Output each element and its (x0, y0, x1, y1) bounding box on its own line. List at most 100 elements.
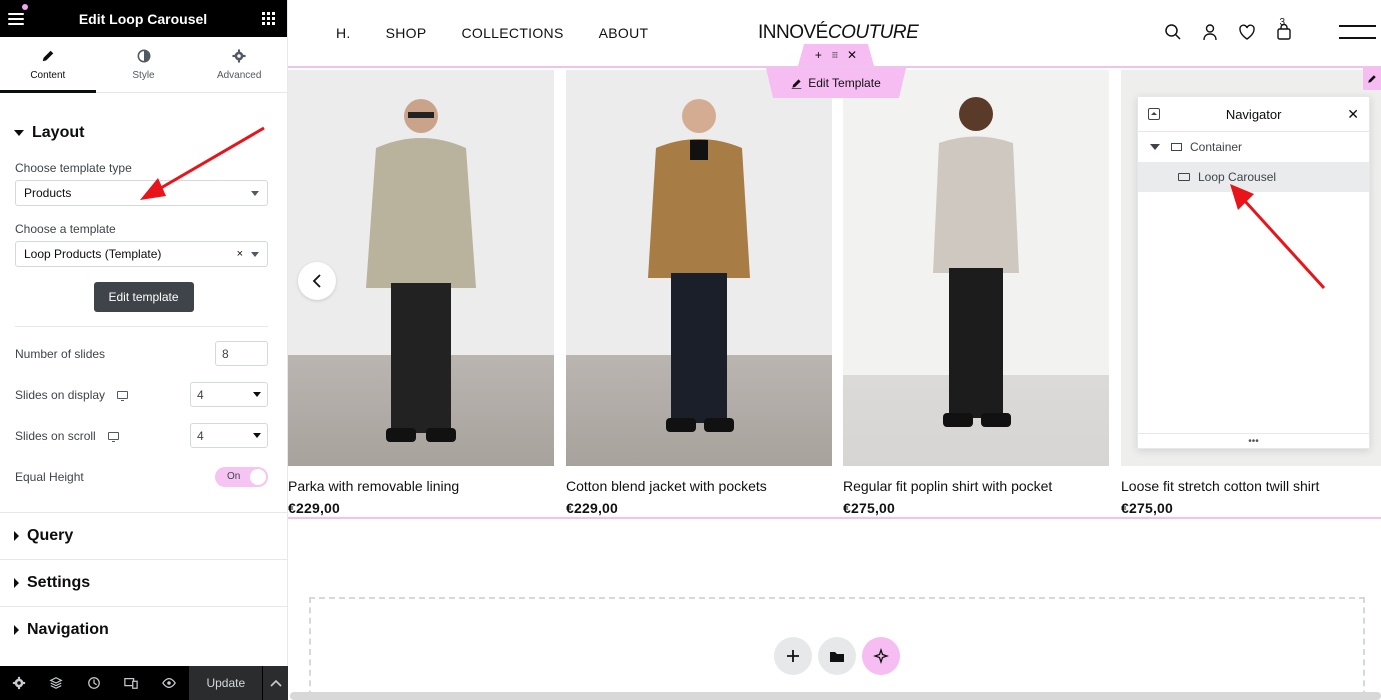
menu-toggle-icon[interactable] (1339, 25, 1376, 39)
settings-icon[interactable] (0, 676, 37, 690)
chevron-down-icon (251, 251, 259, 257)
close-icon[interactable]: ✕ (1347, 106, 1359, 123)
tab-advanced[interactable]: Advanced (191, 37, 287, 92)
slides-display-select[interactable]: 4 (190, 382, 268, 407)
responsive-icon[interactable] (112, 676, 149, 690)
pencil-icon (791, 78, 802, 89)
nav-link-about[interactable]: ABOUT (599, 25, 649, 41)
history-icon[interactable] (75, 676, 112, 690)
equal-height-control: Equal Height On (0, 456, 287, 497)
layers-icon[interactable] (37, 676, 74, 690)
desktop-icon[interactable] (107, 431, 119, 442)
chevron-down-icon (253, 392, 261, 397)
contrast-icon (137, 49, 150, 62)
caret-right-icon (14, 531, 19, 541)
clear-icon[interactable]: × (237, 248, 243, 260)
edit-template-tab[interactable]: Edit Template (766, 68, 906, 98)
navigator-item-label: Container (1190, 140, 1243, 154)
update-button[interactable]: Update (189, 666, 263, 700)
section-layout[interactable]: Layout (0, 110, 287, 156)
template-label: Choose a template (15, 222, 116, 236)
navigator-item-container[interactable]: Container (1138, 132, 1369, 162)
container-icon (1171, 143, 1182, 151)
product-card[interactable]: Parka with removable lining €229,00 (288, 70, 554, 516)
product-garment (933, 136, 1019, 273)
nav-link-collections[interactable]: COLLECTIONS (462, 25, 564, 41)
panel-title: Edit Loop Carousel (78, 10, 208, 27)
template-select[interactable]: Loop Products (Template) × (15, 241, 268, 267)
section-navigation-title: Navigation (27, 621, 109, 638)
expand-all-icon[interactable] (1148, 108, 1160, 120)
slides-count-control: Number of slides 8 (0, 333, 287, 374)
panel-controls: Layout Choose template type Products Cho… (0, 94, 287, 666)
navigator-item-loop-carousel[interactable]: Loop Carousel (1138, 162, 1369, 192)
product-image[interactable] (843, 70, 1109, 466)
caret-right-icon (14, 625, 19, 635)
cart-count-badge: 3 (1279, 17, 1285, 28)
user-icon[interactable] (1201, 23, 1219, 41)
product-image[interactable] (288, 70, 554, 466)
section-query[interactable]: Query (0, 512, 287, 559)
nav-link-home[interactable]: H. (336, 25, 351, 41)
product-card[interactable]: Cotton blend jacket with pockets €229,00 (566, 70, 832, 516)
tab-style[interactable]: Style (96, 37, 192, 92)
panel-tabs: Content Style Advanced (0, 37, 287, 93)
template-type-label: Choose template type (15, 161, 132, 175)
product-card[interactable]: Regular fit poplin shirt with pocket €27… (843, 70, 1109, 516)
equal-height-toggle[interactable]: On (215, 466, 268, 487)
pencil-icon (42, 50, 54, 61)
chevron-down-icon (251, 190, 259, 196)
section-navigation[interactable]: Navigation (0, 606, 287, 653)
slides-display-control: Slides on display 4 (0, 374, 287, 415)
logo-text-a: INNOVÉ (758, 22, 828, 43)
navigator-panel: Navigator ✕ Container Loop Carousel ••• (1137, 96, 1370, 449)
caret-right-icon (14, 578, 19, 588)
drag-handle-icon[interactable]: ⁝⁝⁝ (832, 50, 839, 61)
equal-height-label: Equal Height (15, 469, 84, 484)
preview-eye-icon[interactable] (150, 676, 187, 690)
widgets-grid-icon[interactable] (262, 12, 275, 25)
tab-style-label: Style (132, 69, 155, 81)
search-icon[interactable] (1164, 23, 1182, 41)
site-logo[interactable]: INNOVÉCOUTURE (758, 22, 919, 44)
add-section-button[interactable] (774, 637, 812, 675)
product-name[interactable]: Regular fit poplin shirt with pocket (843, 478, 1109, 494)
sparkle-icon (873, 648, 889, 664)
site-header: H. SHOP COLLECTIONS ABOUT INNOVÉCOUTURE … (288, 0, 1381, 66)
product-price: €275,00 (843, 500, 896, 516)
ai-generate-button[interactable] (862, 637, 900, 675)
carousel-prev-button[interactable] (298, 262, 336, 300)
navigator-item-label: Loop Carousel (1198, 170, 1277, 184)
delete-icon[interactable]: ✕ (847, 48, 857, 62)
navigator-resize-handle[interactable]: ••• (1138, 433, 1369, 448)
product-name[interactable]: Cotton blend jacket with pockets (566, 478, 832, 494)
template-type-select[interactable]: Products (15, 180, 268, 206)
desktop-icon[interactable] (117, 390, 129, 401)
nav-link-shop[interactable]: SHOP (386, 25, 427, 41)
slides-display-label: Slides on display (15, 387, 106, 402)
add-template-button[interactable] (818, 637, 856, 675)
edit-widget-pencil-icon[interactable] (1363, 68, 1381, 90)
product-name[interactable]: Parka with removable lining (288, 478, 554, 494)
section-settings[interactable]: Settings (0, 559, 287, 606)
slides-count-label: Number of slides (15, 346, 106, 361)
product-name[interactable]: Loose fit stretch cotton twill shirt (1121, 478, 1381, 494)
heart-icon[interactable] (1238, 23, 1256, 41)
gear-icon (232, 48, 246, 63)
plus-icon (787, 650, 799, 662)
update-options-button[interactable] (263, 666, 288, 700)
carousel-icon (1178, 173, 1190, 181)
menu-icon[interactable] (8, 12, 24, 25)
template-type-value: Products (24, 186, 72, 200)
bottom-scrollbar[interactable] (290, 692, 1381, 700)
slides-scroll-select[interactable]: 4 (190, 423, 268, 448)
navigator-header: Navigator ✕ (1138, 97, 1369, 132)
tab-content[interactable]: Content (0, 37, 96, 93)
add-element-icon[interactable]: + (815, 48, 822, 62)
preview-canvas: H. SHOP COLLECTIONS ABOUT INNOVÉCOUTURE … (288, 0, 1381, 700)
slides-count-input[interactable]: 8 (215, 341, 268, 366)
edit-template-button[interactable]: Edit template (93, 282, 194, 312)
product-image[interactable] (566, 70, 832, 466)
product-price: €275,00 (1121, 500, 1174, 516)
chevron-down-icon (253, 433, 261, 438)
